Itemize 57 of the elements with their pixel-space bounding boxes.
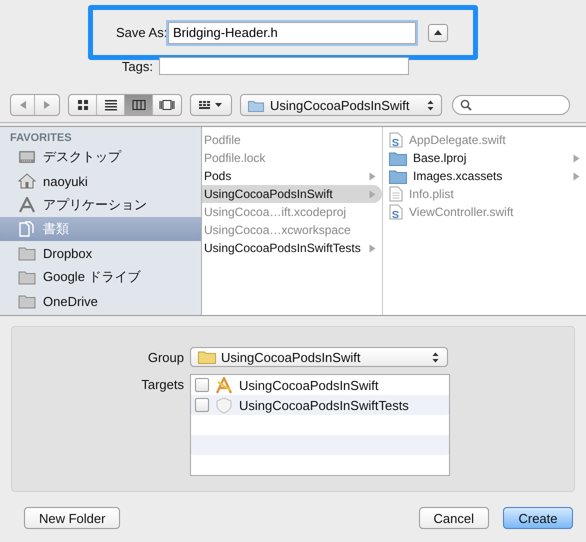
desktop-icon xyxy=(18,149,36,165)
stepper-icon xyxy=(427,100,434,110)
sidebar-item[interactable]: Google ドライブ xyxy=(0,265,201,289)
file-item[interactable]: Pods xyxy=(202,167,382,185)
group-popup[interactable]: UsingCocoaPodsInSwift xyxy=(190,347,448,367)
file-item[interactable]: UsingCocoaPodsInSwift xyxy=(202,185,382,203)
create-button[interactable]: Create xyxy=(503,507,573,529)
location-popup[interactable]: UsingCocoaPodsInSwift xyxy=(240,94,442,116)
filename-field[interactable]: Bridging-Header.h xyxy=(168,22,416,44)
folder-icon xyxy=(389,168,407,184)
back-icon xyxy=(18,100,28,110)
list-icon xyxy=(104,99,118,111)
coverflow-icon xyxy=(159,99,175,111)
new-folder-button[interactable]: New Folder xyxy=(24,507,120,529)
folder-icon xyxy=(198,350,216,364)
caret-icon xyxy=(433,29,443,36)
document-icon xyxy=(389,186,403,202)
search-icon xyxy=(460,99,472,111)
folder-icon xyxy=(18,245,36,261)
documents-icon xyxy=(18,221,36,237)
arrange-icon xyxy=(198,99,224,111)
targets-label: Targets xyxy=(140,376,184,394)
app-target-icon xyxy=(215,376,233,394)
search-field[interactable] xyxy=(452,95,570,115)
sidebar-item[interactable]: naoyuki xyxy=(0,169,201,193)
sidebar-item[interactable]: Dropbox xyxy=(0,241,201,265)
tags-label: Tags: xyxy=(120,58,153,74)
stepper-icon xyxy=(432,352,439,362)
view-mode-button[interactable] xyxy=(125,95,153,115)
file-item[interactable]: UsingCocoaPodsInSwiftTests xyxy=(202,239,382,257)
apps-icon xyxy=(18,197,36,213)
folder-icon xyxy=(18,293,36,309)
disclosure-icon xyxy=(369,244,376,252)
tags-field[interactable] xyxy=(159,57,409,75)
forward-icon xyxy=(42,100,52,110)
checkbox[interactable] xyxy=(195,378,209,392)
checkbox[interactable] xyxy=(195,398,209,412)
arrange-button[interactable] xyxy=(190,94,232,116)
group-label: Group xyxy=(146,350,184,364)
folder-icon xyxy=(389,150,407,166)
swift-file-icon xyxy=(389,132,403,148)
folder-icon xyxy=(248,98,264,112)
columns-icon xyxy=(132,99,146,111)
house-icon xyxy=(18,173,36,189)
sidebar-item[interactable]: アプリケーション xyxy=(0,193,201,217)
file-item[interactable]: Images.xcassets xyxy=(383,167,586,185)
grid-icon xyxy=(76,99,90,111)
expand-button[interactable] xyxy=(428,24,448,42)
file-item[interactable]: Base.lproj xyxy=(383,149,586,167)
sidebar-item[interactable]: デスクトップ xyxy=(0,145,201,169)
sidebar-heading: FAVORITES xyxy=(9,131,73,145)
cancel-button[interactable]: Cancel xyxy=(418,507,489,529)
sidebar-item[interactable]: OneDrive xyxy=(0,289,201,313)
swift-file-icon xyxy=(389,204,403,220)
folder-icon xyxy=(18,269,36,285)
target-name: UsingCocoaPodsInSwift xyxy=(239,378,378,392)
target-name: UsingCocoaPodsInSwiftTests xyxy=(239,398,409,412)
